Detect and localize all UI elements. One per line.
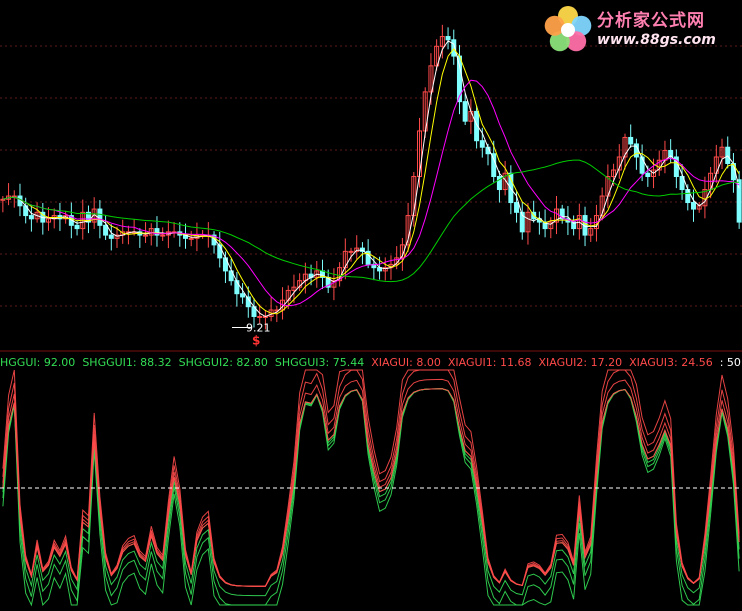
price-candle-body — [143, 234, 149, 237]
price-candle-body — [103, 224, 109, 236]
price-candle-body — [188, 237, 194, 240]
chart-app: 9.21 $ 分析家公式网 www.88gs.com HGGUI: 92.00 SH… — [0, 0, 742, 607]
legend-entry: XIAGUI1: 11.68 — [447, 356, 532, 369]
legend-entry: HGGUI: 92.00 — [0, 356, 76, 369]
flower-logo-icon — [544, 6, 592, 52]
price-annotation: 9.21$ — [231, 321, 270, 347]
price-candle-body — [240, 293, 246, 298]
price-candle-body — [348, 250, 354, 253]
price-ma-line-3 — [2, 79, 740, 307]
price-moving-averages — [2, 40, 740, 318]
legend-entry: SHGGUI1: 88.32 — [82, 356, 172, 369]
price-ma-line-4 — [2, 159, 740, 283]
price-candle-body — [736, 179, 742, 223]
legend-entry: : 50.00 — [719, 356, 742, 369]
price-candle-body — [445, 36, 451, 41]
price-candle-body — [456, 55, 462, 103]
price-candle-body — [479, 140, 485, 148]
price-candle-body — [28, 215, 34, 220]
price-candle-body — [74, 224, 80, 230]
osc-line-xiagui2 — [2, 369, 740, 587]
price-candles — [0, 24, 742, 330]
logo-site-url: www.88gs.com — [597, 32, 716, 48]
osc-line-shggui1 — [2, 388, 740, 597]
price-ma-line-1 — [2, 40, 740, 318]
legend-entry: XIAGUI3: 24.56 — [629, 356, 713, 369]
price-candle-body — [514, 202, 520, 213]
oscillator-legend: HGGUI: 92.00 SHGGUI1: 88.32 SHGGUI2: 82.80… — [0, 355, 742, 371]
price-ma-line-2 — [2, 48, 740, 315]
osc-line-xiagui3 — [2, 369, 740, 587]
price-candle-body — [690, 202, 696, 210]
legend-entry: XIAGUI2: 17.20 — [538, 356, 623, 369]
osc-line-xiagui1 — [2, 378, 740, 587]
price-candle-body — [257, 315, 263, 318]
price-candle-body — [108, 234, 114, 239]
price-candle-body — [160, 234, 166, 237]
price-gridlines — [0, 45, 742, 307]
price-candle-body — [0, 198, 6, 201]
price-candle-body — [639, 156, 645, 174]
price-candle-body — [628, 136, 634, 145]
legend-entry: XIAGUI: 8.00 — [371, 356, 441, 369]
logo-brand-text: 分析家公式网 — [597, 11, 705, 31]
price-candle-body — [462, 101, 468, 122]
low-marker: $ — [252, 333, 260, 347]
legend-entry: SHGGUI2: 82.80 — [178, 356, 268, 369]
legend-entry: SHGGUI3: 75.44 — [274, 356, 365, 369]
price-candle-body — [645, 172, 651, 178]
chart-canvas: 9.21$ — [0, 24, 742, 607]
